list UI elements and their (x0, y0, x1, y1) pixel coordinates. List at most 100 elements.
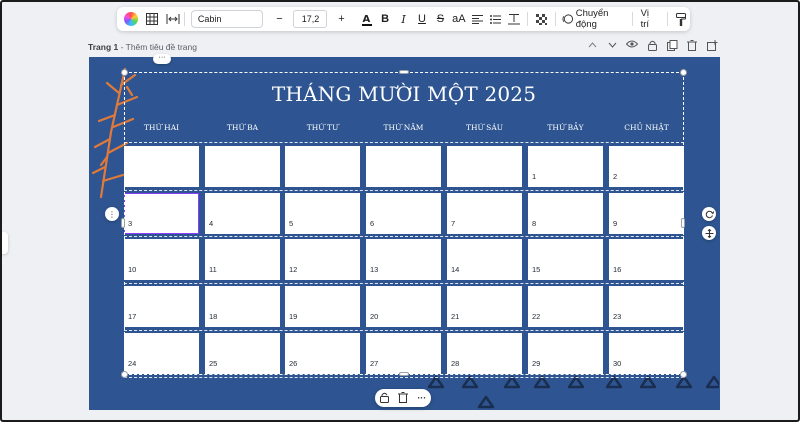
more-icon[interactable]: ··· (417, 393, 426, 403)
day-number: 9 (613, 219, 618, 228)
calendar-cell[interactable]: 6 (366, 193, 441, 234)
unlock-icon[interactable] (379, 392, 389, 405)
element-quick-actions: ··· (375, 389, 431, 407)
weekday-header: THỨ SÁU (465, 123, 504, 132)
divider (631, 12, 633, 26)
resize-handle-top-left[interactable] (121, 69, 128, 76)
spacing-icon[interactable] (166, 7, 180, 31)
calendar-cell[interactable]: 11 (205, 239, 280, 280)
calendar-cell[interactable]: 24 (124, 333, 199, 374)
calendar-cell[interactable]: 13 (366, 239, 441, 280)
trash-icon[interactable] (397, 391, 408, 405)
chevron-down-icon[interactable] (605, 40, 619, 54)
day-number: 11 (209, 265, 217, 274)
calendar-cell[interactable]: 17 (124, 286, 199, 327)
weekday-header: THỨ HAI (143, 123, 180, 132)
transparency-icon[interactable] (532, 7, 550, 31)
calendar-cell[interactable]: 1 (528, 146, 603, 187)
calendar-cell[interactable] (205, 146, 280, 187)
weekday-header: THỨ BẢY (547, 123, 584, 132)
chevron-up-icon[interactable] (585, 40, 599, 54)
calendar-cell[interactable]: 20 (366, 286, 441, 327)
strikethrough-icon[interactable]: S (431, 7, 449, 31)
motion-icon (562, 14, 573, 24)
italic-icon[interactable]: I (394, 7, 412, 31)
weekday-header: THỨ NĂM (383, 123, 424, 132)
calendar-cell[interactable]: 3 (124, 193, 199, 234)
app-frame: Cabin − 17,2 + A B I U S aA Chuyển động … (0, 0, 800, 422)
calendar-cell[interactable]: 10 (124, 239, 199, 280)
eye-icon[interactable] (625, 40, 639, 54)
calendar-cell[interactable]: 8 (528, 193, 603, 234)
row-divider (124, 142, 684, 143)
row-more-button[interactable]: ··· (153, 54, 171, 64)
color-wheel-icon[interactable] (117, 7, 138, 31)
side-panel-handle[interactable] (2, 232, 8, 254)
move-icon[interactable] (702, 226, 716, 240)
resize-handle-top[interactable] (399, 70, 409, 74)
calendar-cell[interactable]: 4 (205, 193, 280, 234)
calendar-cell[interactable] (366, 146, 441, 187)
editor-toolbar: Cabin − 17,2 + A B I U S aA Chuyển động … (117, 7, 690, 31)
calendar-cell[interactable]: 27 (366, 333, 441, 374)
case-icon[interactable]: aA (450, 7, 468, 31)
day-number: 18 (209, 312, 218, 321)
calendar-cell[interactable]: 19 (285, 286, 360, 327)
calendar-cell[interactable]: 23 (609, 286, 684, 327)
grid-icon[interactable] (146, 7, 158, 31)
trash-icon[interactable] (685, 40, 699, 54)
calendar-cell[interactable]: 16 (609, 239, 684, 280)
calendar-cell[interactable]: 18 (205, 286, 280, 327)
text-color-icon[interactable]: A (357, 7, 375, 31)
divider (554, 12, 556, 26)
resize-handle-bottom-right[interactable] (680, 371, 687, 378)
calendar-cell[interactable]: 9 (609, 193, 684, 234)
position-button[interactable]: Vị trí (641, 8, 659, 30)
rotate-icon[interactable] (702, 207, 716, 221)
calendar-cell[interactable]: 30 (609, 333, 684, 374)
decrease-size-button[interactable]: − (269, 13, 289, 25)
calendar-cell[interactable]: 26 (285, 333, 360, 374)
calendar-cell[interactable]: 7 (447, 193, 522, 234)
paint-format-icon[interactable] (672, 7, 690, 31)
lock-icon[interactable] (645, 40, 659, 54)
increase-size-button[interactable]: + (331, 13, 351, 25)
day-number: 8 (532, 219, 537, 228)
font-size-stepper: − 17,2 + (269, 10, 351, 28)
calendar-cell[interactable]: 5 (285, 193, 360, 234)
resize-handle-top-right[interactable] (680, 69, 687, 76)
resize-handle-bottom-left[interactable] (121, 371, 128, 378)
calendar-cell[interactable]: 28 (447, 333, 522, 374)
resize-handle-bottom[interactable] (399, 372, 409, 376)
column-more-button[interactable]: ⋮ (105, 207, 119, 221)
duplicate-icon[interactable] (665, 40, 679, 54)
list-icon[interactable] (487, 7, 505, 31)
calendar-cell[interactable]: 21 (447, 286, 522, 327)
bold-icon[interactable]: B (376, 7, 394, 31)
calendar-cell[interactable]: 15 (528, 239, 603, 280)
weekday-header: THỨ BA (226, 123, 259, 132)
page-title-input[interactable]: Thêm tiêu đề trang (126, 42, 197, 52)
font-family-select[interactable]: Cabin (190, 10, 264, 28)
calendar-cell[interactable] (124, 146, 199, 187)
calendar-cell[interactable] (285, 146, 360, 187)
font-size-input[interactable]: 17,2 (293, 10, 328, 28)
resize-handle-left[interactable] (121, 218, 125, 228)
underline-icon[interactable]: U (413, 7, 431, 31)
day-number: 29 (532, 359, 541, 368)
calendar-cell[interactable]: 25 (205, 333, 280, 374)
align-icon[interactable] (468, 7, 486, 31)
design-canvas[interactable]: THÁNG MƯỜI MỘT 2025 THỨ HAI THỨ BA THỨ TƯ T… (89, 57, 720, 410)
page-separator: - (118, 42, 126, 52)
calendar-cell[interactable]: 12 (285, 239, 360, 280)
calendar-cell[interactable]: 29 (528, 333, 603, 374)
calendar-cell[interactable]: 14 (447, 239, 522, 280)
calendar-cell[interactable] (447, 146, 522, 187)
motion-button[interactable]: Chuyển động (562, 8, 628, 30)
resize-handle-right[interactable] (681, 218, 685, 228)
add-page-icon[interactable] (705, 40, 719, 54)
text-spacing-icon[interactable] (505, 7, 523, 31)
day-number: 20 (370, 312, 379, 321)
calendar-cell[interactable]: 22 (528, 286, 603, 327)
calendar-cell[interactable]: 2 (609, 146, 684, 187)
